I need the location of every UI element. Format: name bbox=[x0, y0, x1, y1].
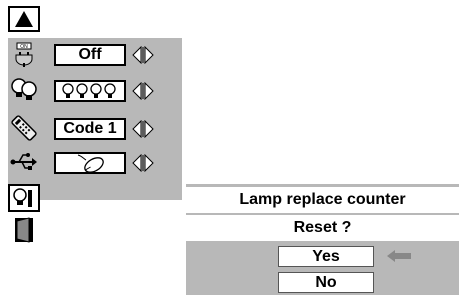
power-value[interactable]: Off bbox=[54, 44, 126, 66]
left-right-arrows-icon[interactable] bbox=[132, 120, 154, 138]
menu-item-lamp-reset[interactable] bbox=[8, 184, 40, 212]
svg-text:ON: ON bbox=[20, 44, 28, 50]
usb-icon bbox=[10, 153, 37, 170]
exit-door-icon bbox=[15, 217, 33, 243]
menu-item-lamp[interactable] bbox=[8, 76, 40, 104]
up-triangle-icon bbox=[15, 11, 33, 27]
yes-button[interactable]: Yes bbox=[278, 246, 374, 267]
power-plug-icon: ON bbox=[15, 42, 33, 67]
menu-item-remote[interactable] bbox=[8, 114, 40, 142]
dialog-title: Lamp replace counter bbox=[186, 187, 459, 213]
left-arrow-icon bbox=[387, 250, 411, 262]
menu-item-exit[interactable] bbox=[8, 216, 40, 244]
lamp-icon bbox=[11, 78, 37, 100]
usb-mouse-value[interactable] bbox=[54, 152, 126, 174]
left-right-arrows-icon[interactable] bbox=[132, 154, 154, 172]
bulbs-icon bbox=[62, 83, 116, 98]
lamp-reset-icon bbox=[13, 188, 32, 207]
remote-code-value[interactable]: Code 1 bbox=[54, 118, 126, 140]
mouse-icon bbox=[77, 154, 104, 173]
dialog-question: Reset ? bbox=[186, 215, 459, 241]
lamp-mode-value[interactable] bbox=[54, 80, 126, 102]
menu-item-usb[interactable] bbox=[8, 148, 40, 176]
menu-item-power[interactable]: ON bbox=[8, 40, 40, 68]
left-right-arrows-icon[interactable] bbox=[132, 82, 154, 100]
remote-control-icon bbox=[11, 115, 37, 141]
no-button[interactable]: No bbox=[278, 272, 374, 293]
up-arrow-button[interactable] bbox=[8, 6, 40, 32]
left-right-arrows-icon[interactable] bbox=[132, 46, 154, 64]
